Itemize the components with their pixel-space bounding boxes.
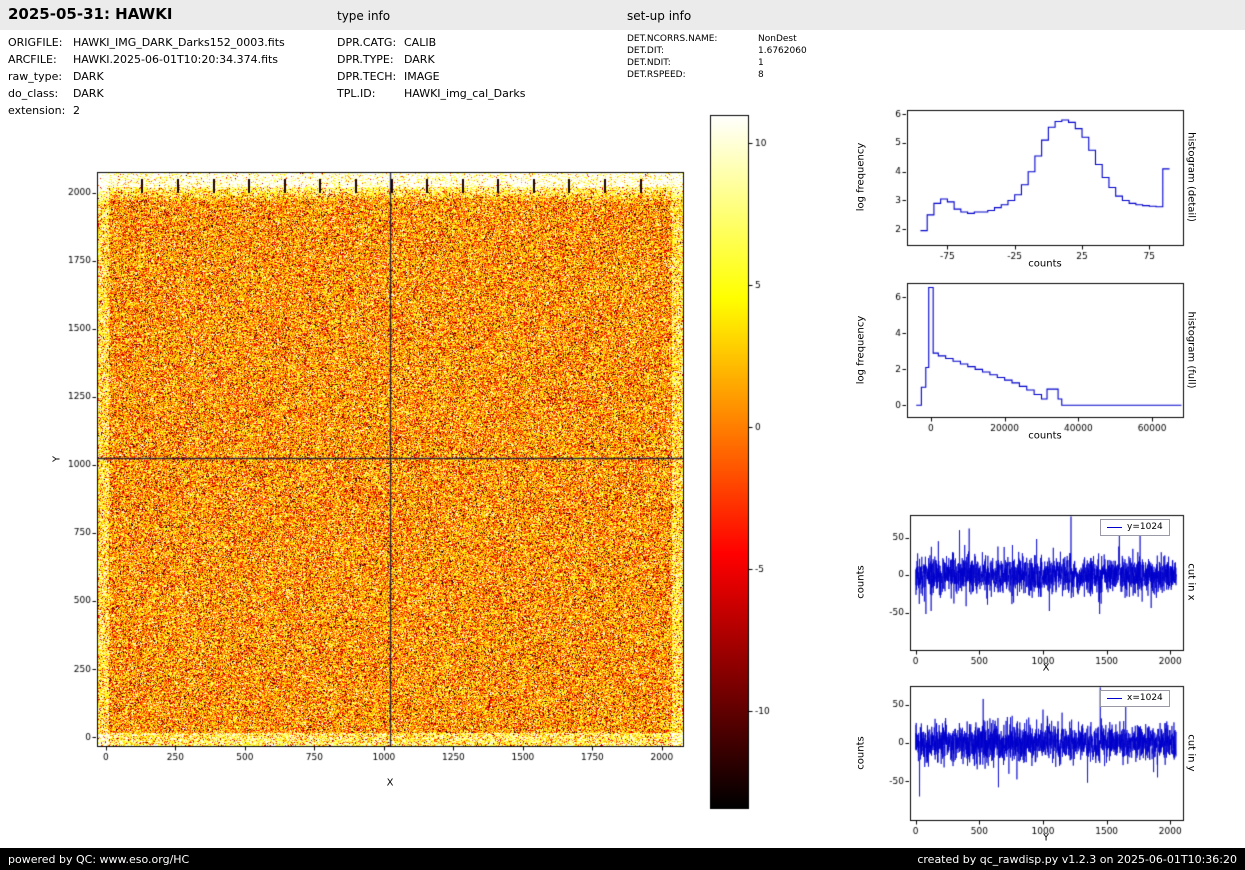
main-x-axis-label: X bbox=[387, 778, 394, 789]
meta-row: DET.NDIT:1 bbox=[627, 57, 807, 69]
meta-value: DARK bbox=[73, 70, 104, 83]
cut-in-x-legend-label: y=1024 bbox=[1127, 522, 1163, 533]
meta-key: TPL.ID: bbox=[337, 85, 404, 102]
meta-key: extension: bbox=[8, 102, 73, 119]
footer-powered-by: powered by QC: www.eso.org/HC bbox=[8, 853, 189, 866]
type-info-section-label: type info bbox=[337, 9, 390, 23]
histogram-detail-y-axis-label: log frequency bbox=[856, 143, 867, 212]
histogram-full-y-axis-label: log frequency bbox=[856, 316, 867, 385]
meta-key: DET.DIT: bbox=[627, 45, 758, 57]
meta-row: DPR.CATG:CALIB bbox=[337, 34, 525, 51]
cut-in-y-side-label: cut in y bbox=[1186, 734, 1197, 771]
meta-key: DPR.TYPE: bbox=[337, 51, 404, 68]
meta-key: ORIGFILE: bbox=[8, 34, 73, 51]
meta-row: DET.NCORRS.NAME:NonDest bbox=[627, 33, 807, 45]
meta-row: DET.DIT:1.6762060 bbox=[627, 45, 807, 57]
meta-row: DET.RSPEED:8 bbox=[627, 69, 807, 81]
cut-in-x-side-label: cut in x bbox=[1186, 563, 1197, 600]
legend-line-icon bbox=[1107, 698, 1122, 699]
cut-in-x-x-axis-label: X bbox=[1043, 663, 1050, 674]
meta-key: DET.NCORRS.NAME: bbox=[627, 33, 758, 45]
meta-row: ARCFILE:HAWKI.2025-06-01T10:20:34.374.fi… bbox=[8, 51, 285, 68]
header-bar: 2025-05-31: HAWKI type info set-up info bbox=[0, 0, 1245, 30]
cut-in-y-legend: x=1024 bbox=[1100, 690, 1170, 707]
histogram-full-x-axis-label: counts bbox=[1028, 431, 1061, 442]
setup-info-section-label: set-up info bbox=[627, 9, 691, 23]
meta-value: NonDest bbox=[758, 34, 797, 44]
meta-value: HAWKI_img_cal_Darks bbox=[404, 87, 525, 100]
meta-value: DARK bbox=[73, 87, 104, 100]
histogram-detail-x-axis-label: counts bbox=[1028, 259, 1061, 270]
meta-key: raw_type: bbox=[8, 68, 73, 85]
file-info-block: ORIGFILE:HAWKI_IMG_DARK_Darks152_0003.fi… bbox=[8, 34, 285, 119]
meta-key: do_class: bbox=[8, 85, 73, 102]
setup-info-block: DET.NCORRS.NAME:NonDest DET.DIT:1.676206… bbox=[627, 33, 807, 81]
meta-key: DPR.CATG: bbox=[337, 34, 404, 51]
meta-row: DPR.TYPE:DARK bbox=[337, 51, 525, 68]
colorbar-canvas bbox=[700, 108, 790, 823]
meta-row: ORIGFILE:HAWKI_IMG_DARK_Darks152_0003.fi… bbox=[8, 34, 285, 51]
type-info-block: DPR.CATG:CALIB DPR.TYPE:DARK DPR.TECH:IM… bbox=[337, 34, 525, 102]
meta-value: DARK bbox=[404, 53, 435, 66]
qc-report-page: 2025-05-31: HAWKI type info set-up info … bbox=[0, 0, 1245, 870]
histogram-full-canvas bbox=[880, 273, 1205, 433]
meta-row: TPL.ID:HAWKI_img_cal_Darks bbox=[337, 85, 525, 102]
meta-value: 8 bbox=[758, 70, 764, 80]
footer-bar: powered by QC: www.eso.org/HC created by… bbox=[0, 848, 1245, 870]
meta-key: ARCFILE: bbox=[8, 51, 73, 68]
raw-image-canvas bbox=[40, 160, 720, 790]
meta-row: raw_type:DARK bbox=[8, 68, 285, 85]
cut-in-y-legend-label: x=1024 bbox=[1127, 693, 1163, 704]
meta-key: DPR.TECH: bbox=[337, 68, 404, 85]
footer-created-by: created by qc_rawdisp.py v1.2.3 on 2025-… bbox=[917, 853, 1237, 866]
histogram-detail-side-label: histogram (detail) bbox=[1186, 132, 1197, 222]
histogram-full-side-label: histogram (full) bbox=[1186, 311, 1197, 388]
meta-value: HAWKI.2025-06-01T10:20:34.374.fits bbox=[73, 53, 278, 66]
meta-value: IMAGE bbox=[404, 70, 440, 83]
cut-in-y-y-axis-label: counts bbox=[856, 736, 867, 769]
meta-row: DPR.TECH:IMAGE bbox=[337, 68, 525, 85]
cut-in-x-y-axis-label: counts bbox=[856, 565, 867, 598]
meta-value: 1.6762060 bbox=[758, 46, 807, 56]
page-title: 2025-05-31: HAWKI bbox=[8, 5, 172, 23]
meta-key: DET.NDIT: bbox=[627, 57, 758, 69]
meta-value: 2 bbox=[73, 104, 80, 117]
cut-in-y-x-axis-label: Y bbox=[1043, 833, 1049, 844]
histogram-detail-canvas bbox=[880, 100, 1205, 260]
legend-line-icon bbox=[1107, 527, 1122, 528]
meta-value: 1 bbox=[758, 58, 764, 68]
main-y-axis-label: Y bbox=[52, 456, 63, 462]
cut-in-x-legend: y=1024 bbox=[1100, 519, 1170, 536]
meta-row: extension:2 bbox=[8, 102, 285, 119]
meta-row: do_class:DARK bbox=[8, 85, 285, 102]
meta-value: CALIB bbox=[404, 36, 436, 49]
meta-key: DET.RSPEED: bbox=[627, 69, 758, 81]
meta-value: HAWKI_IMG_DARK_Darks152_0003.fits bbox=[73, 36, 285, 49]
